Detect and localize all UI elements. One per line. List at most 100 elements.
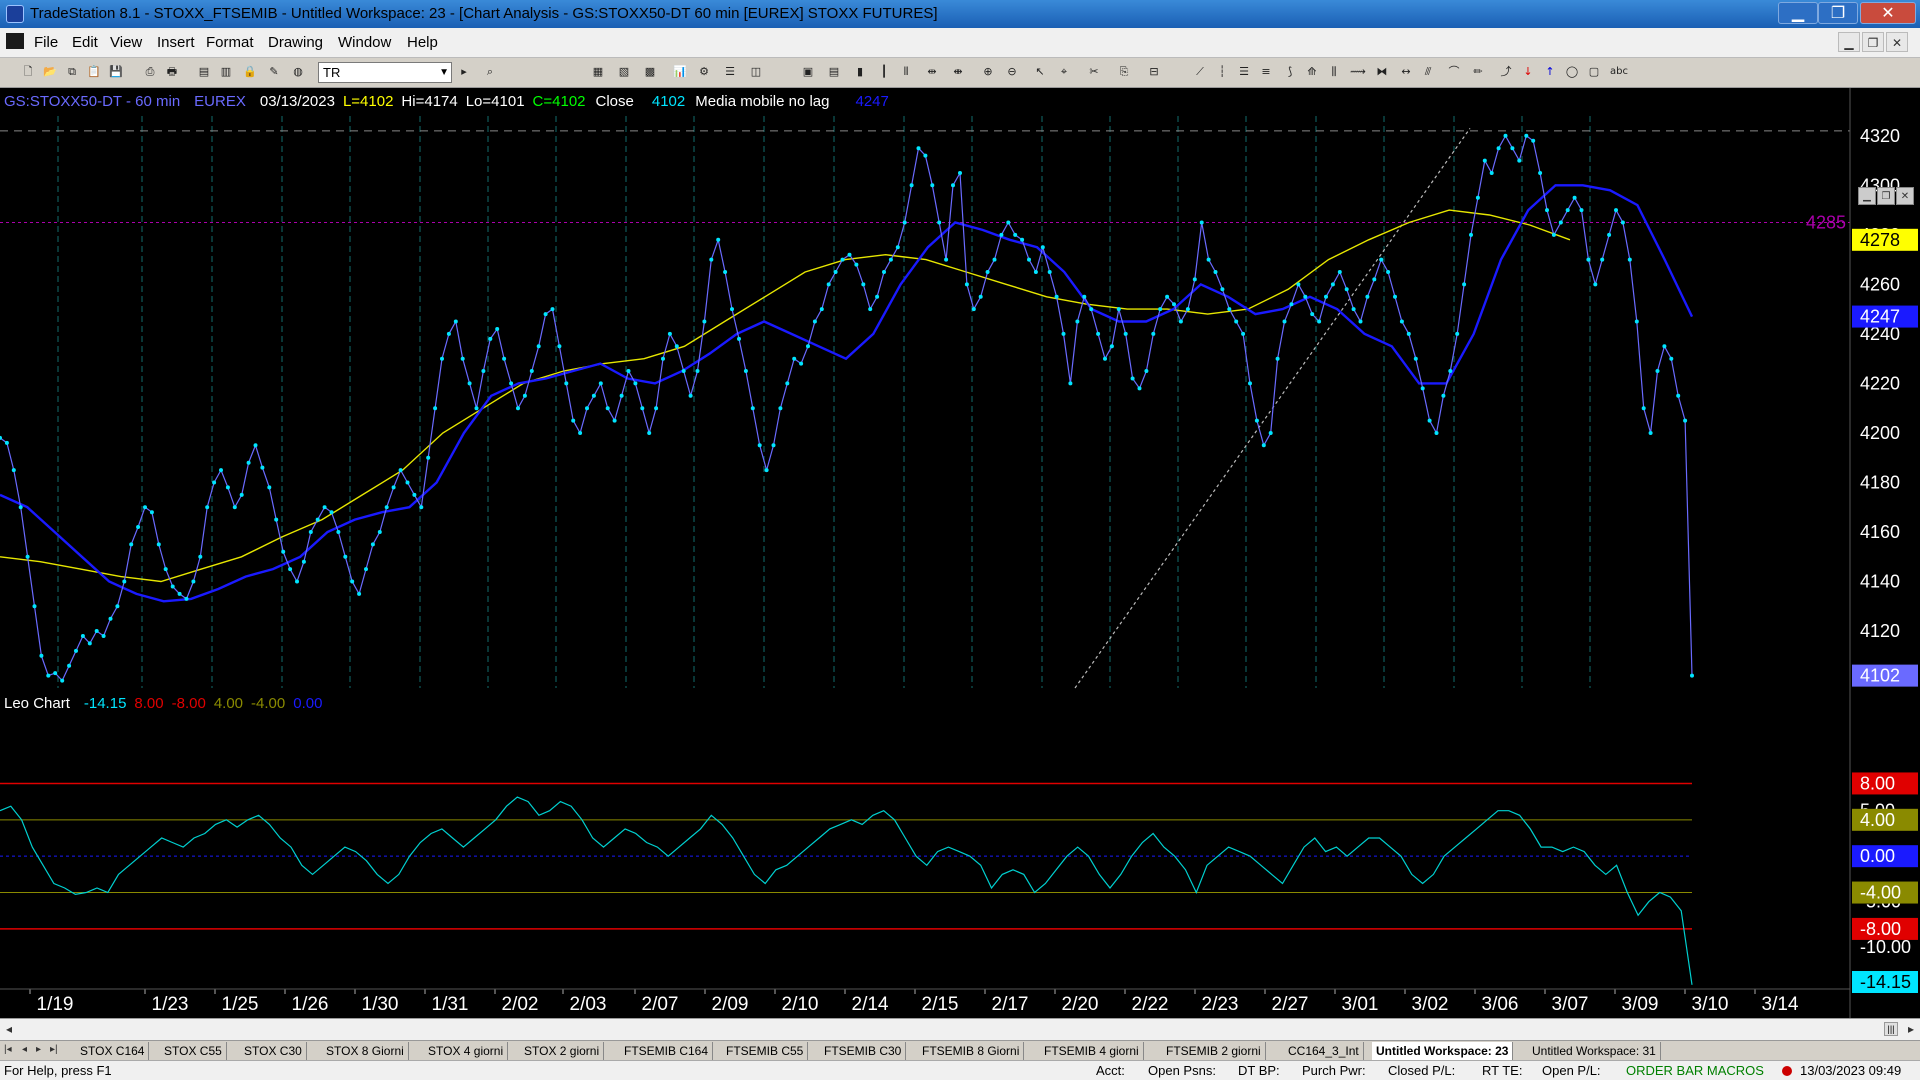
cycle-icon[interactable]: ⫻	[1420, 64, 1436, 80]
menu-drawing[interactable]: Drawing	[268, 34, 323, 51]
gann-fan-icon[interactable]: ⟰	[1304, 64, 1320, 80]
paste-icon[interactable]: 📋	[86, 64, 102, 80]
tools-icon[interactable]: ✂	[1086, 64, 1102, 80]
save-icon[interactable]: 💾	[108, 64, 124, 80]
vertical-lines-icon[interactable]: ┆	[1214, 64, 1230, 80]
tab-ftsemib-c55[interactable]: FTSEMIB C55	[722, 1042, 809, 1060]
symbol-lookup-icon[interactable]: ⌕	[482, 64, 498, 80]
horizontal-scrollbar[interactable]: ◂ ▸ |||	[0, 1018, 1920, 1040]
ellipse-icon[interactable]: ◯	[1564, 64, 1580, 80]
scroll-left-icon[interactable]: ⇹	[924, 64, 940, 80]
menu-edit[interactable]: Edit	[72, 34, 98, 51]
window-tile-icon[interactable]: ▤	[196, 64, 212, 80]
status-order-bar-macros[interactable]: ORDER BAR MACROS	[1626, 1061, 1764, 1080]
candle-icon[interactable]: ▮	[852, 64, 868, 80]
regression-icon[interactable]: ⟿	[1350, 64, 1366, 80]
window-cascade-icon[interactable]: ▥	[218, 64, 234, 80]
trendline-icon[interactable]: ⟋	[1192, 64, 1208, 80]
tab-first-icon[interactable]: |◂	[4, 1044, 12, 1055]
channel-icon[interactable]: ⧓	[1374, 64, 1390, 80]
tab-stox-c30[interactable]: STOX C30	[240, 1042, 307, 1060]
tab-ftsemib-4-giorni[interactable]: FTSEMIB 4 giorni	[1040, 1042, 1144, 1060]
tab-stox-c55[interactable]: STOX C55	[160, 1042, 227, 1060]
bar-chart-icon[interactable]: 📊	[672, 64, 688, 80]
maximize-button[interactable]: ❐	[1818, 2, 1858, 24]
curve-icon[interactable]: ⤴	[1498, 64, 1514, 80]
data-tip-icon[interactable]: ⌖	[1056, 64, 1072, 80]
options-icon[interactable]: ◫	[748, 64, 764, 80]
play-arrow-icon[interactable]: ▸	[456, 64, 472, 80]
tab-ftsemib-2-giorni[interactable]: FTSEMIB 2 giorni	[1162, 1042, 1266, 1060]
zoom-in-icon[interactable]: ⊕	[980, 64, 996, 80]
new-icon[interactable]: 🗋	[20, 64, 36, 80]
scroll-thumb[interactable]: |||	[1884, 1022, 1898, 1036]
chevron-down-icon[interactable]: ▼	[439, 63, 449, 82]
radar-screen-icon[interactable]: ▧	[616, 64, 632, 80]
horizontal-arrow-icon[interactable]: ↔	[1398, 64, 1414, 80]
line-chart-icon[interactable]: ⫴	[898, 64, 914, 80]
text-tool-icon[interactable]: abc	[1610, 64, 1628, 80]
arc-icon[interactable]: ⌒	[1446, 64, 1462, 80]
print-preview-icon[interactable]: ⎙	[142, 64, 158, 80]
tab-stox-2-giorni[interactable]: STOX 2 giorni	[520, 1042, 605, 1060]
chart-close-button[interactable]: ✕	[1896, 187, 1914, 205]
scanner-icon[interactable]: ⚙	[696, 64, 712, 80]
mdi-restore-button[interactable]: ❐	[1862, 32, 1884, 52]
tab-stox-4-giorni[interactable]: STOX 4 giorni	[424, 1042, 509, 1060]
scroll-left-arrow-icon[interactable]: ◂	[6, 1022, 12, 1036]
tab-next-icon[interactable]: ▸	[36, 1044, 41, 1055]
copy-icon[interactable]: ⧉	[64, 64, 80, 80]
scroll-right-arrow-icon[interactable]: ▸	[1908, 1022, 1914, 1036]
chart-minimize-button[interactable]: ▁	[1858, 187, 1876, 205]
menu-format[interactable]: Format	[206, 34, 254, 51]
rectangle-icon[interactable]: ▢	[1586, 64, 1602, 80]
menu-bar: File Edit View Insert Format Drawing Win…	[0, 28, 1920, 58]
tab-untitled-workspace-31[interactable]: Untitled Workspace: 31	[1528, 1042, 1661, 1060]
lock-icon[interactable]: 🔒	[242, 64, 258, 80]
speed-lines-icon[interactable]: ⟆	[1282, 64, 1298, 80]
print-icon[interactable]: 🖶	[164, 64, 180, 80]
arrow-up-icon[interactable]: ↑	[1542, 64, 1558, 80]
symbol-combobox[interactable]: TR ▼	[318, 62, 452, 83]
menu-help[interactable]: Help	[407, 34, 438, 51]
insert-analysis-icon[interactable]: ⎘	[1116, 64, 1132, 80]
fibonacci-icon[interactable]: ≡	[1258, 64, 1274, 80]
open-icon[interactable]: 📂	[42, 64, 58, 80]
horizontal-lines-icon[interactable]: ☰	[1236, 64, 1252, 80]
close-button[interactable]: ✕	[1860, 2, 1916, 24]
format-icon[interactable]: ⊟	[1146, 64, 1162, 80]
palette-icon[interactable]: ◍	[290, 64, 306, 80]
chart-style-icon[interactable]: ✎	[266, 64, 282, 80]
andrews-icon[interactable]: ⫼	[1326, 64, 1342, 80]
portfolio-icon[interactable]: ▤	[826, 64, 842, 80]
tab-stox-8-giorni[interactable]: STOX 8 Giorni	[322, 1042, 409, 1060]
zoom-out-icon[interactable]: ⊖	[1004, 64, 1020, 80]
news-icon[interactable]: ☰	[722, 64, 738, 80]
mdi-close-button[interactable]: ✕	[1886, 32, 1908, 52]
tab-untitled-workspace-23[interactable]: Untitled Workspace: 23	[1372, 1042, 1514, 1060]
freehand-icon[interactable]: ✏	[1470, 64, 1486, 80]
minimize-button[interactable]: ▁	[1778, 2, 1818, 24]
menu-view[interactable]: View	[110, 34, 142, 51]
tab-ftsemib-8-giorni[interactable]: FTSEMIB 8 Giorni	[918, 1042, 1025, 1060]
mdi-minimize-button[interactable]: ▁	[1838, 32, 1860, 52]
tab-last-icon[interactable]: ▸|	[50, 1044, 58, 1055]
quote-icon[interactable]: ▣	[800, 64, 816, 80]
tab-ftsemib-c164[interactable]: FTSEMIB C164	[620, 1042, 714, 1060]
scroll-right-icon[interactable]: ⇼	[950, 64, 966, 80]
menu-file[interactable]: File	[34, 34, 58, 51]
tab-cc164-3-int[interactable]: CC164_3_Int	[1284, 1042, 1364, 1060]
ohlc-icon[interactable]: ┃	[876, 64, 892, 80]
tab-stox-c164[interactable]: STOX C164	[76, 1042, 150, 1060]
pointer-icon[interactable]: ↖	[1032, 64, 1048, 80]
chart-analysis-icon[interactable]: ▦	[590, 64, 606, 80]
menu-window[interactable]: Window	[338, 34, 391, 51]
chart-canvas[interactable]: 4320430042804260424042204200418041604140…	[0, 88, 1920, 1018]
arrow-down-icon[interactable]: ↓	[1520, 64, 1536, 80]
menu-insert[interactable]: Insert	[157, 34, 195, 51]
matrix-icon[interactable]: ▩	[642, 64, 658, 80]
tab-prev-icon[interactable]: ◂	[22, 1044, 27, 1055]
tab-ftsemib-c30[interactable]: FTSEMIB C30	[820, 1042, 907, 1060]
chart-restore-button[interactable]: ❐	[1877, 187, 1895, 205]
chart-analysis-window[interactable]: 4320430042804260424042204200418041604140…	[0, 88, 1920, 1018]
